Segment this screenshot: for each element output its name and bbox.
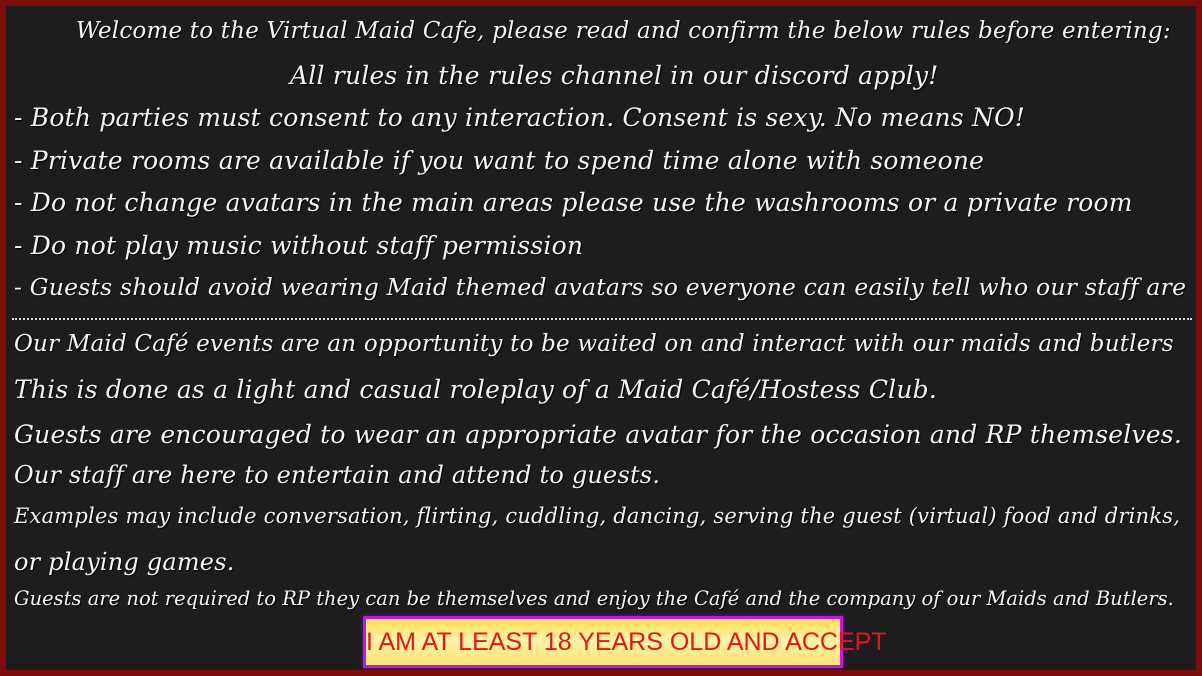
rules-panel: Welcome to the Virtual Maid Cafe, please… [0,0,1202,676]
info-line-examples: Examples may include conversation, flirt… [14,504,1181,528]
info-line-staff: Our staff are here to entertain and atte… [14,461,661,489]
info-line-games: or playing games. [14,548,235,576]
welcome-heading: Welcome to the Virtual Maid Cafe, please… [76,18,1171,44]
info-line-no-rp-required: Guests are not required to RP they can b… [14,587,1174,610]
accept-button[interactable]: I AM AT LEAST 18 YEARS OLD AND ACCEPT [363,616,887,668]
dotted-divider [12,318,1192,320]
info-line-events: Our Maid Café events are an opportunity … [14,331,1174,357]
rule-item-consent: - Both parties must consent to any inter… [14,103,1026,132]
info-line-roleplay: This is done as a light and casual rolep… [14,375,938,404]
rule-item-music: - Do not play music without staff permis… [14,231,584,260]
rule-item-avatars: - Do not change avatars in the main area… [14,188,1133,217]
rule-item-maid-avatars: - Guests should avoid wearing Maid theme… [14,273,1187,301]
rule-item-private-rooms: - Private rooms are available if you wan… [14,146,985,175]
info-line-avatar: Guests are encouraged to wear an appropr… [14,420,1182,449]
discord-rules-note: All rules in the rules channel in our di… [290,61,939,90]
